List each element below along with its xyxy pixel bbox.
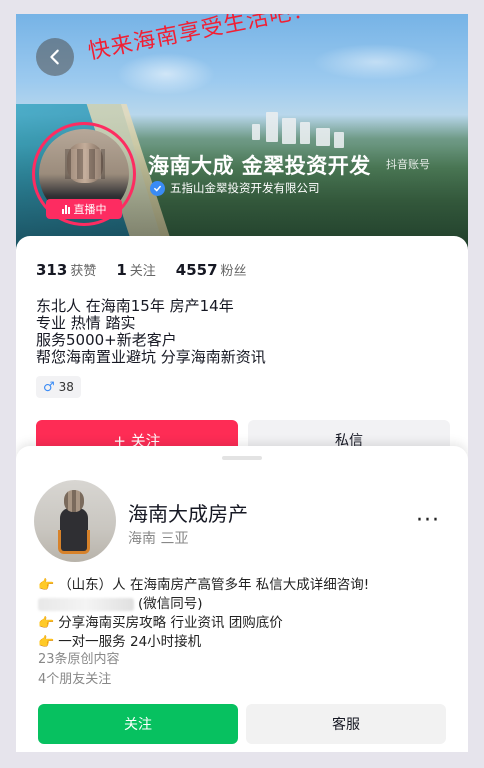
account-tag: 抖音账号 <box>386 158 430 171</box>
sheet-drag-handle[interactable] <box>222 456 262 460</box>
gender-age-tag: ♂ 38 <box>36 376 81 398</box>
more-options-button[interactable]: ··· <box>416 508 440 533</box>
bio-line: 服务5000+新老客户 <box>36 331 177 349</box>
wechat-meta: 23条原创内容 4个朋友关注 <box>38 650 120 690</box>
profile-page: 快来海南享受生活吧！ 直播中 海南大成 金翠投资开发 抖音账号 五指山金翠投资开… <box>16 14 468 752</box>
wechat-description: 👉 （山东）人 在海南房产高管多年 私信大成详细咨询! (微信同号) 👉 分享海… <box>38 577 370 650</box>
stats-row: 313 获赞 1 关注 4557 粉丝 <box>36 260 267 279</box>
verified-org[interactable]: 五指山金翠投资开发有限公司 <box>150 180 320 196</box>
likes-label[interactable]: 获赞 <box>70 260 96 279</box>
following-label[interactable]: 关注 <box>130 260 156 279</box>
account-name: 海南大成 金翠投资开发 <box>148 154 371 178</box>
wechat-card-sheet: 海南大成房产 海南 三亚 ··· 👉 （山东）人 在海南房产高管多年 私信大成详… <box>16 446 468 752</box>
male-icon: ♂ <box>43 379 55 395</box>
live-bars-icon <box>61 204 70 214</box>
following-count[interactable]: 1 <box>116 261 126 279</box>
back-button[interactable] <box>36 38 74 76</box>
live-badge[interactable]: 直播中 <box>46 199 122 219</box>
customer-service-button[interactable]: 客服 <box>246 704 446 744</box>
original-content-count[interactable]: 23条原创内容 <box>38 650 120 670</box>
bio: 东北人 在海南15年 房产14年 专业 热情 踏实 服务5000+新老客户 帮您… <box>36 298 266 366</box>
friends-follow-count[interactable]: 4个朋友关注 <box>38 670 120 690</box>
fans-count[interactable]: 4557 <box>176 261 218 279</box>
wechat-follow-button[interactable]: 关注 <box>38 704 238 744</box>
profile-card: 313 获赞 1 关注 4557 粉丝 东北人 在海南15年 房产14年 专业 … <box>16 236 468 476</box>
wechat-avatar[interactable] <box>34 480 116 562</box>
pointing-hand-icon: 👉 <box>38 616 55 631</box>
bio-line: 帮您海南置业避坑 分享海南新资讯 <box>36 348 266 366</box>
redacted-contact <box>38 598 134 611</box>
wechat-location: 海南 三亚 <box>128 531 189 547</box>
bio-line: 东北人 在海南15年 房产14年 <box>36 297 234 315</box>
fans-label[interactable]: 粉丝 <box>221 260 247 279</box>
back-arrow-icon <box>50 49 59 65</box>
bio-line: 专业 热情 踏实 <box>36 314 136 332</box>
wechat-name: 海南大成房产 <box>128 502 248 526</box>
pointing-hand-icon: 👉 <box>38 578 55 593</box>
likes-count[interactable]: 313 <box>36 261 67 279</box>
verified-icon <box>150 180 165 196</box>
